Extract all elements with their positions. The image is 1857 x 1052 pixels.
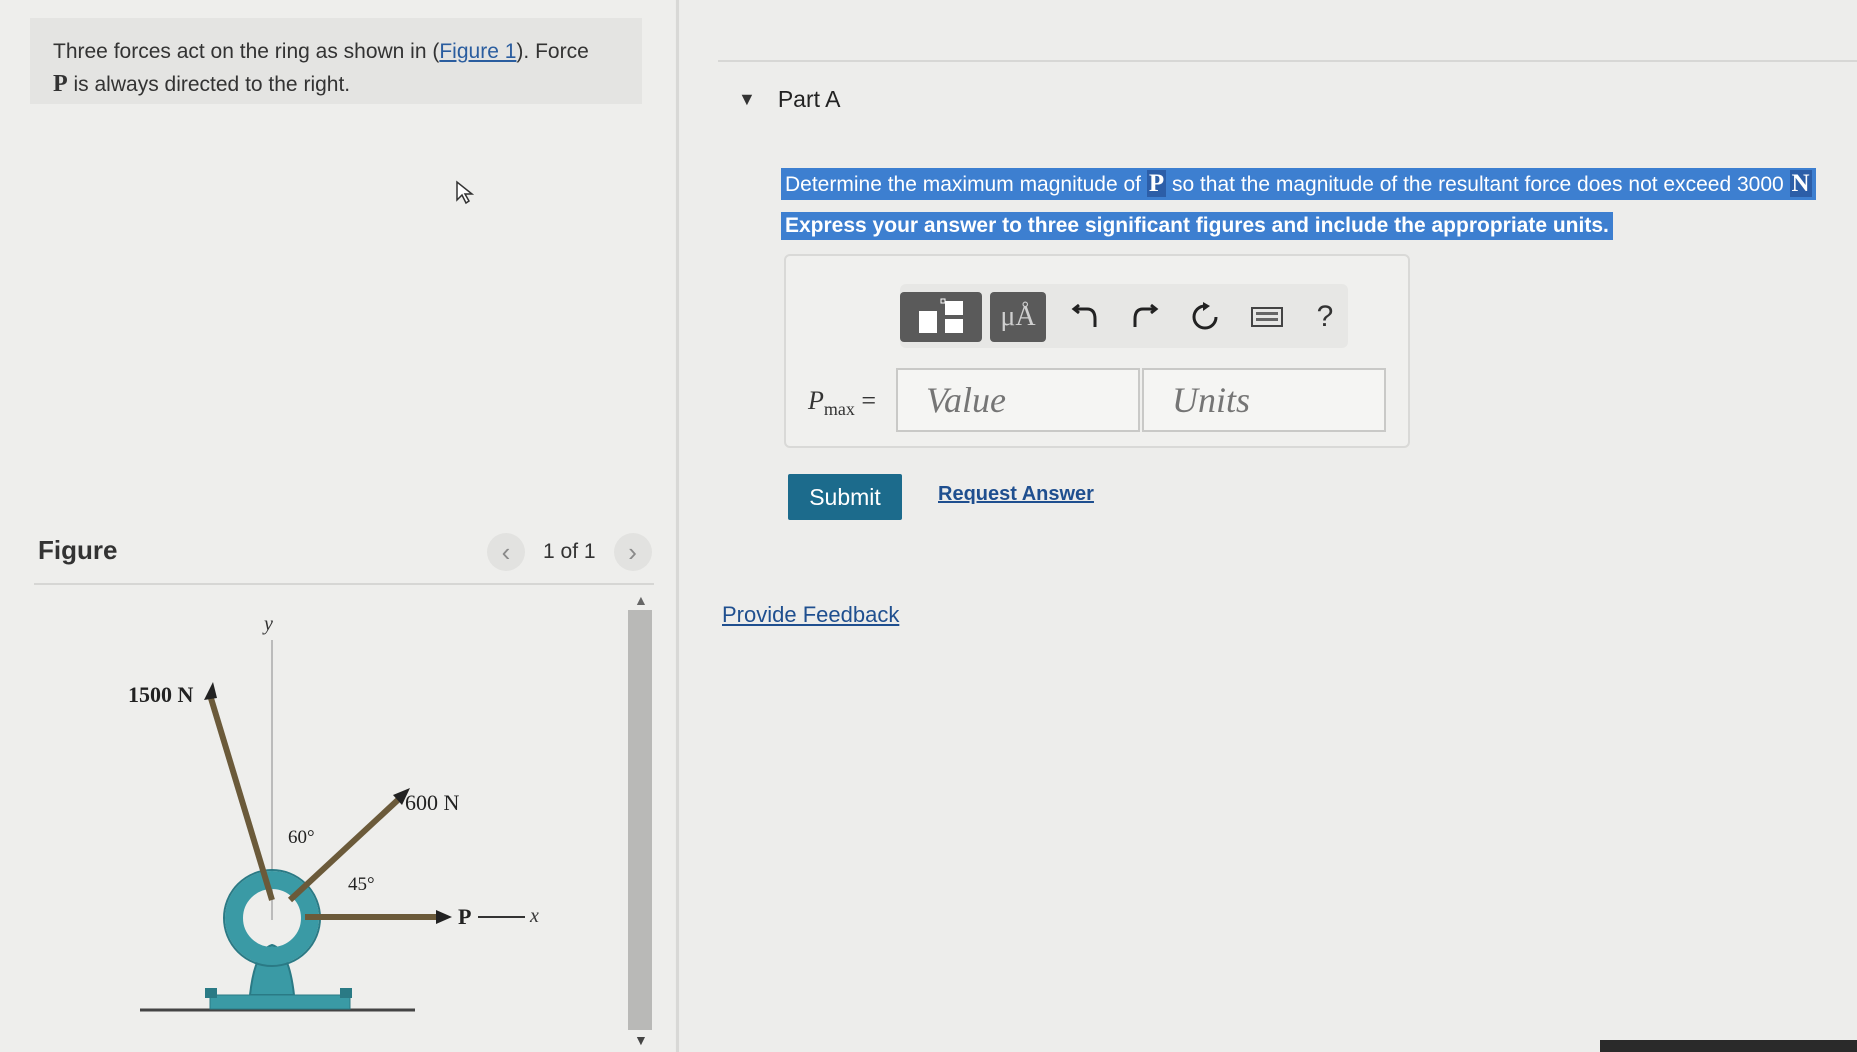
angle-60-label: 60° <box>288 827 315 848</box>
left-panel: Three forces act on the ring as shown in… <box>0 0 675 1052</box>
problem-text: Three forces act on the ring as shown in… <box>53 40 440 63</box>
mu-angstrom-icon[interactable]: μÅ <box>990 292 1046 342</box>
force-var: P <box>53 71 68 97</box>
bolt-right <box>340 988 352 998</box>
pager-text: 1 of 1 <box>543 540 596 563</box>
next-figure-button[interactable]: › <box>613 533 652 571</box>
angle-45-label: 45° <box>348 874 375 895</box>
answer-box: μÅ ? Pmax = <box>784 254 1410 448</box>
request-answer-link[interactable]: Request Answer <box>938 483 1094 506</box>
variable-label: Pmax = <box>808 386 876 420</box>
right-panel <box>680 0 1857 1052</box>
column-divider <box>676 0 679 1052</box>
help-icon[interactable]: ? <box>1305 292 1345 342</box>
question-var: P <box>1146 170 1167 197</box>
force-1500-label: 1500 N <box>128 682 194 707</box>
figure-scrollbar[interactable]: ▲ ▼ <box>628 592 654 1048</box>
arrowhead-1500-icon <box>204 682 217 700</box>
template-icon[interactable] <box>900 292 982 342</box>
figure-pager: ‹ 1 of 1 › <box>487 533 652 571</box>
math-toolbar: μÅ ? <box>900 284 1348 348</box>
value-input[interactable] <box>896 368 1140 432</box>
problem-text-line2: is always directed to the right. <box>67 73 351 96</box>
part-title: Part A <box>777 86 841 112</box>
provide-feedback-link[interactable]: Provide Feedback <box>722 602 899 628</box>
problem-statement: Three forces act on the ring as shown in… <box>30 18 642 104</box>
header-rule <box>718 60 1857 62</box>
scroll-thumb[interactable] <box>628 610 652 1030</box>
figure-heading: Figure <box>38 535 118 565</box>
ring-forces-diagram: y 1500 N 600 N P x 60° 45° <box>128 613 539 1012</box>
question-post: so that the magnitude of the resultant f… <box>1166 173 1790 196</box>
divider <box>34 583 654 585</box>
units-input[interactable] <box>1142 368 1386 432</box>
x-axis-label: x <box>529 905 539 927</box>
force-p-label: P <box>458 904 471 929</box>
y-axis-label: y <box>262 613 273 635</box>
rope-1500 <box>207 694 275 901</box>
problem-text-cont: ). Force <box>516 40 589 63</box>
redo-icon[interactable] <box>1125 292 1165 342</box>
rope-600 <box>287 795 403 903</box>
force-600-label: 600 N <box>405 790 460 815</box>
question-pre: Determine the maximum magnitude of <box>785 173 1147 196</box>
var-sub: max <box>823 399 855 420</box>
collapse-caret-icon[interactable]: ▼ <box>738 89 756 110</box>
var-main: P <box>808 386 824 415</box>
figure-link[interactable]: Figure 1 <box>439 40 516 63</box>
screen-edge <box>1600 1040 1857 1052</box>
prev-figure-button[interactable]: ‹ <box>487 533 525 571</box>
submit-button[interactable]: Submit <box>788 474 902 520</box>
instruction-text: Express your answer to three significant… <box>781 212 1613 240</box>
bolt-left <box>205 988 217 998</box>
question-text: Determine the maximum magnitude of P so … <box>781 168 1816 200</box>
mouse-cursor-icon <box>456 180 475 205</box>
base-plate <box>209 994 351 1010</box>
question-unit: N <box>1789 170 1812 197</box>
scroll-down-icon[interactable]: ▼ <box>634 1032 648 1048</box>
keyboard-icon[interactable] <box>1245 292 1289 342</box>
reset-icon[interactable] <box>1185 292 1225 342</box>
undo-icon[interactable] <box>1065 292 1105 342</box>
scroll-up-icon[interactable]: ▲ <box>634 592 648 608</box>
arrowhead-p-icon <box>436 910 452 924</box>
equals-sign: = <box>861 386 877 415</box>
part-a-header[interactable]: ▼ Part A <box>738 86 840 113</box>
